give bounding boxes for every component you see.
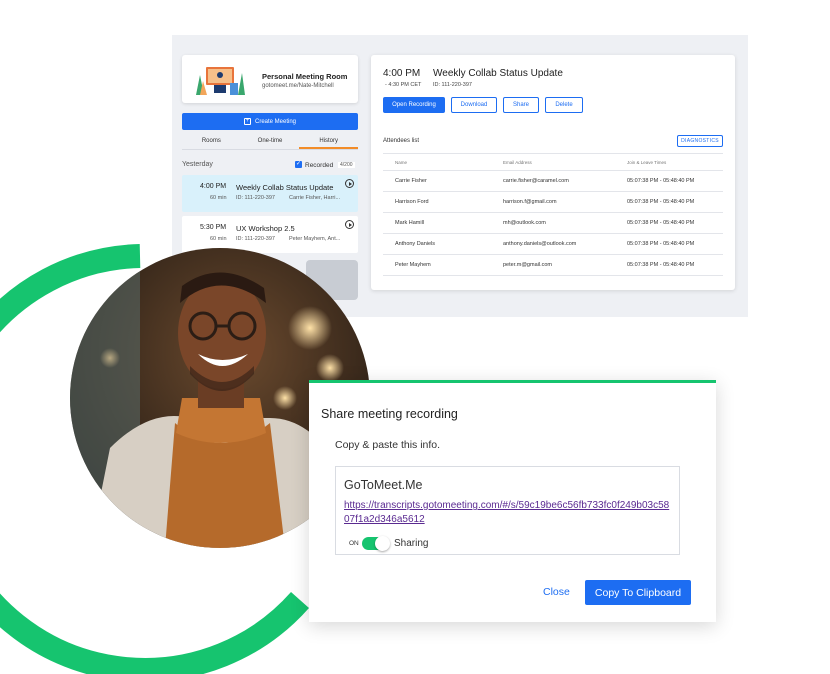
share-info-box: GoToMeet.Me https://transcripts.gotomeet…	[335, 466, 680, 555]
dialog-title: Share meeting recording	[321, 407, 458, 421]
dialog-subtitle: Copy & paste this info.	[335, 439, 441, 451]
toggle-knob	[375, 536, 390, 551]
close-button[interactable]: Close	[543, 586, 570, 598]
share-brand: GoToMeet.Me	[344, 478, 423, 492]
recording-link[interactable]: https://transcripts.gotomeeting.com/#/s/…	[344, 499, 674, 527]
share-recording-dialog: Share meeting recording Copy & paste thi…	[309, 380, 716, 622]
copy-to-clipboard-button[interactable]: Copy To Clipboard	[585, 580, 691, 605]
sharing-toggle[interactable]	[362, 536, 390, 551]
toggle-state-label: ON	[349, 540, 359, 547]
sharing-label: Sharing	[394, 538, 429, 549]
